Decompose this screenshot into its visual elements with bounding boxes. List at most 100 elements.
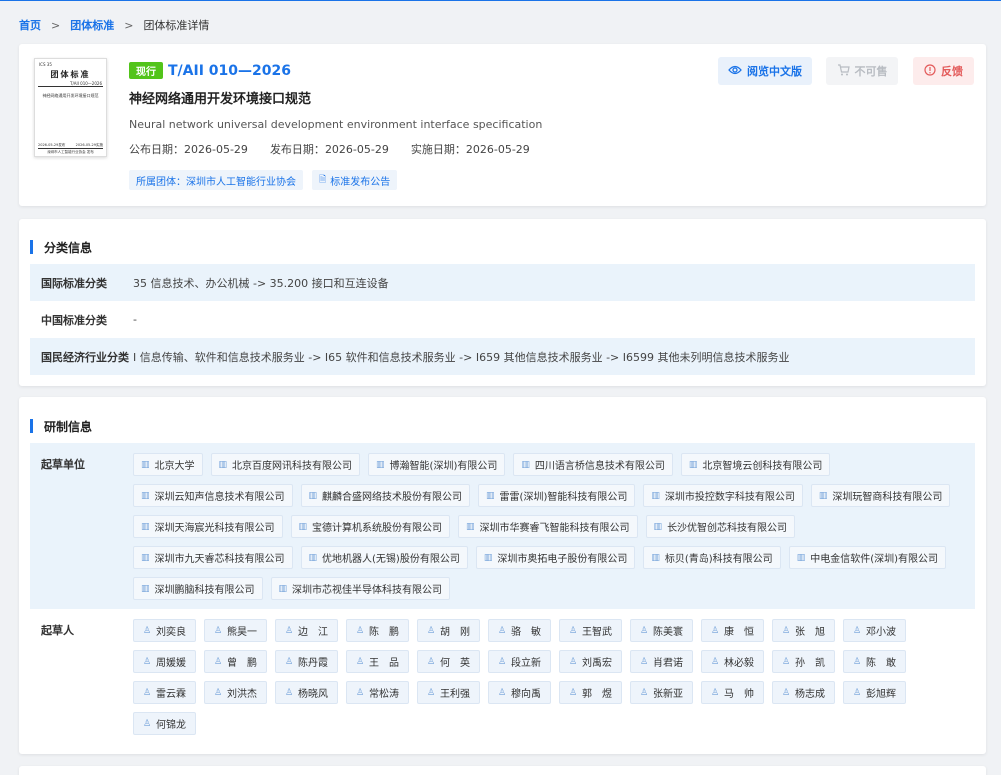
- building-icon: ▥: [521, 459, 530, 470]
- person-icon: ♙: [284, 656, 294, 667]
- drafter-pill[interactable]: ♙ 周媛媛: [133, 650, 196, 673]
- building-icon: ▥: [688, 459, 698, 470]
- drafter-pill[interactable]: ♙ 陈 敢: [843, 650, 906, 673]
- status-badge: 现行: [129, 62, 163, 79]
- drafter-pill[interactable]: ♙ 骆 敏: [488, 619, 551, 642]
- building-icon: ▥: [141, 521, 150, 532]
- drafting-unit-pill[interactable]: ▥ 优地机器人(无锡)股份有限公司: [300, 546, 468, 569]
- drafting-unit-pill[interactable]: ▥ 深圳鹏脑科技有限公司: [133, 577, 263, 600]
- building-icon: ▥: [308, 552, 318, 563]
- standard-tags: 所属团体：深圳市人工智能行业协会 🗎 标准发布公告: [129, 170, 406, 190]
- drafting-units-label: 起草单位: [41, 458, 85, 471]
- date-announce: 公布日期：2026-05-29: [129, 143, 248, 156]
- drafter-pill[interactable]: ♙ 雷云霖: [133, 681, 196, 704]
- document-icon: 🗎: [319, 175, 327, 185]
- thumbnail-heading: 团体标准: [50, 70, 91, 79]
- drafter-pill[interactable]: ♙ 林必毅: [701, 650, 764, 673]
- building-icon: ▥: [141, 490, 150, 501]
- building-icon: ▥: [298, 521, 308, 532]
- building-icon: ▥: [651, 552, 660, 563]
- drafter-pill[interactable]: ♙ 刘洪杰: [204, 681, 267, 704]
- drafting-unit-pill[interactable]: ▥ 麒麟合盛网络技术股份有限公司: [300, 484, 471, 507]
- breadcrumb-group[interactable]: 团体标准: [70, 17, 114, 33]
- drafter-pill[interactable]: ♙ 边 江: [275, 619, 338, 642]
- development-info-card: 研制信息 起草单位 ▥ 北京大学 ▥ 北京百度网讯科技有限公司 ▥ 博瀚智能(深圳)有限公…: [19, 397, 986, 754]
- drafter-pill[interactable]: ♙ 杨晓风: [275, 681, 338, 704]
- drafter-pill[interactable]: ♙ 何 英: [417, 650, 480, 673]
- drafting-unit-pill[interactable]: ▥ 雷雷(深圳)智能科技有限公司: [478, 484, 636, 507]
- breadcrumb-separator: >: [51, 18, 61, 32]
- drafter-pill[interactable]: ♙ 穆向禹: [488, 681, 551, 704]
- breadcrumb-home[interactable]: 首页: [19, 17, 41, 33]
- drafter-pill[interactable]: ♙ 邓小波: [843, 619, 906, 642]
- drafter-pill[interactable]: ♙ 胡 刚: [417, 619, 480, 642]
- standard-title-cn: 神经网络通用开发环境接口规范: [129, 92, 312, 107]
- drafting-unit-pill[interactable]: ▥ 标贝(青岛)科技有限公司: [643, 546, 781, 569]
- drafting-unit-pill[interactable]: ▥ 四川语言桥信息技术有限公司: [513, 453, 673, 476]
- drafter-pill[interactable]: ♙ 何锦龙: [133, 712, 196, 735]
- drafting-unit-pill[interactable]: ▥ 深圳市芯视佳半导体科技有限公司: [270, 577, 451, 600]
- classification-row-ics: 国际标准分类 35 信息技术、办公机械 -> 35.200 接口和互连设备: [30, 264, 975, 301]
- drafter-pill[interactable]: ♙ 肖君诺: [630, 650, 693, 673]
- building-icon: ▥: [651, 490, 660, 501]
- not-for-sale-button[interactable]: 不可售: [826, 57, 898, 85]
- drafting-unit-pill[interactable]: ▥ 宝德计算机系统股份有限公司: [290, 515, 451, 538]
- person-icon: ♙: [142, 656, 152, 667]
- person-icon: ♙: [355, 625, 365, 636]
- building-icon: ▥: [466, 521, 475, 532]
- building-icon: ▥: [796, 552, 806, 563]
- drafter-pill[interactable]: ♙ 陈美寰: [630, 619, 693, 642]
- building-icon: ▥: [483, 552, 493, 563]
- person-icon: ♙: [710, 656, 720, 667]
- notice-chip[interactable]: 🗎 标准发布公告: [312, 170, 398, 190]
- person-icon: ♙: [639, 656, 649, 667]
- org-chip[interactable]: 所属团体：深圳市人工智能行业协会: [129, 170, 303, 190]
- drafter-pill[interactable]: ♙ 常松涛: [346, 681, 409, 704]
- drafter-pill[interactable]: ♙ 陈 鹏: [346, 619, 409, 642]
- drafting-unit-pill[interactable]: ▥ 北京大学: [133, 453, 203, 476]
- drafter-pill[interactable]: ♙ 王利强: [417, 681, 480, 704]
- drafting-unit-pill[interactable]: ▥ 北京智境云创科技有限公司: [680, 453, 831, 476]
- drafter-pill[interactable]: ♙ 曾 鹏: [204, 650, 267, 673]
- drafter-pill[interactable]: ♙ 段立新: [488, 650, 551, 673]
- drafter-pill[interactable]: ♙ 郭 煜: [559, 681, 622, 704]
- drafters-label: 起草人: [41, 624, 74, 637]
- drafter-pill[interactable]: ♙ 王智武: [559, 619, 622, 642]
- drafter-pill[interactable]: ♙ 孙 凯: [772, 650, 835, 673]
- classification-row-ccs: 中国标准分类 -: [41, 313, 137, 327]
- drafter-pill[interactable]: ♙ 康 恒: [701, 619, 764, 642]
- standard-cover-thumbnail[interactable]: ICS 35 团体标准 T/AII 010—2026 神经网络通用开发环境接口规…: [34, 58, 107, 157]
- drafting-unit-pill[interactable]: ▥ 长沙优智创芯科技有限公司: [645, 515, 796, 538]
- drafter-pill[interactable]: ♙ 王 品: [346, 650, 409, 673]
- next-section-card: [19, 766, 986, 775]
- drafter-pill[interactable]: ♙ 刘禹宏: [559, 650, 622, 673]
- drafter-pill[interactable]: ♙ 杨志成: [772, 681, 835, 704]
- drafting-unit-pill[interactable]: ▥ 深圳天海宸光科技有限公司: [133, 515, 283, 538]
- eye-icon: [728, 64, 742, 78]
- drafter-pill[interactable]: ♙ 马 帅: [701, 681, 764, 704]
- feedback-button[interactable]: 反馈: [913, 57, 974, 85]
- drafting-unit-pill[interactable]: ▥ 深圳市九天睿芯科技有限公司: [133, 546, 293, 569]
- drafting-unit-pill[interactable]: ▥ 博瀚智能(深圳)有限公司: [368, 453, 506, 476]
- standard-code: T/AII 010—2026: [168, 63, 291, 79]
- drafter-pill[interactable]: ♙ 熊昊一: [204, 619, 267, 642]
- date-implement: 实施日期：2026-05-29: [410, 143, 530, 156]
- drafter-pill[interactable]: ♙ 张 旭: [772, 619, 835, 642]
- drafting-unit-pill[interactable]: ▥ 中电金信软件(深圳)有限公司: [788, 546, 947, 569]
- drafting-units-list: ▥ 北京大学 ▥ 北京百度网讯科技有限公司 ▥ 博瀚智能(深圳)有限公司 ▥ 四川语言桥信息技…: [133, 453, 968, 608]
- drafter-pill[interactable]: ♙ 彭旭辉: [843, 681, 906, 704]
- person-icon: ♙: [852, 625, 862, 636]
- drafting-unit-pill[interactable]: ▥ 深圳玩智商科技有限公司: [810, 484, 951, 507]
- drafting-unit-pill[interactable]: ▥ 深圳市投控数字科技有限公司: [643, 484, 803, 507]
- drafting-unit-pill[interactable]: ▥ 北京百度网讯科技有限公司: [210, 453, 361, 476]
- building-icon: ▥: [141, 459, 150, 470]
- read-chinese-button[interactable]: 阅览中文版: [718, 57, 812, 85]
- drafter-pill[interactable]: ♙ 陈丹霞: [275, 650, 338, 673]
- drafter-pill[interactable]: ♙ 张新亚: [630, 681, 693, 704]
- section-title: 研制信息: [30, 419, 92, 434]
- drafting-unit-pill[interactable]: ▥ 深圳市奥拓电子股份有限公司: [475, 546, 636, 569]
- drafting-unit-pill[interactable]: ▥ 深圳云知声信息技术有限公司: [133, 484, 293, 507]
- drafter-pill[interactable]: ♙ 刘奕良: [133, 619, 196, 642]
- drafting-unit-pill[interactable]: ▥ 深圳市华赛睿飞智能科技有限公司: [458, 515, 638, 538]
- thumbnail-name: 神经网络通用开发环境接口规范: [42, 93, 99, 98]
